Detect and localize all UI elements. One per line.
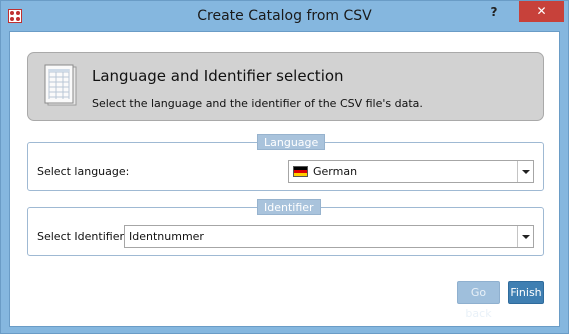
title-bar[interactable]: Create Catalog from CSV ? ✕ <box>1 1 568 31</box>
language-dropdown[interactable]: German <box>288 160 534 183</box>
help-button[interactable]: ? <box>479 1 509 23</box>
german-flag-icon <box>293 166 308 177</box>
dialog-content: Language and Identifier selection Select… <box>9 31 560 327</box>
language-group: Language Select language: German <box>27 134 544 191</box>
csv-document-icon <box>44 64 77 106</box>
chevron-down-icon[interactable] <box>517 226 533 247</box>
identifier-group: Identifier Select Identifier: Identnumme… <box>27 199 544 256</box>
identifier-dropdown[interactable]: Identnummer <box>124 225 534 248</box>
go-back-button[interactable]: Go back <box>457 281 500 320</box>
chevron-down-icon[interactable] <box>517 161 533 182</box>
finish-button[interactable]: Finish <box>508 281 544 304</box>
select-identifier-label: Select Identifier: <box>37 230 128 243</box>
close-button[interactable]: ✕ <box>519 1 564 22</box>
header-subtitle: Select the language and the identifier o… <box>92 97 423 110</box>
language-group-legend: Language <box>257 134 326 150</box>
select-language-label: Select language: <box>37 165 130 178</box>
identifier-group-legend: Identifier <box>257 199 321 215</box>
header-title: Language and Identifier selection <box>92 67 344 85</box>
header-panel: Language and Identifier selection Select… <box>27 52 544 121</box>
language-selected-value: German <box>313 165 358 178</box>
dialog-window: Create Catalog from CSV ? ✕ Language and… <box>0 0 569 334</box>
identifier-selected-value: Identnummer <box>129 230 204 243</box>
